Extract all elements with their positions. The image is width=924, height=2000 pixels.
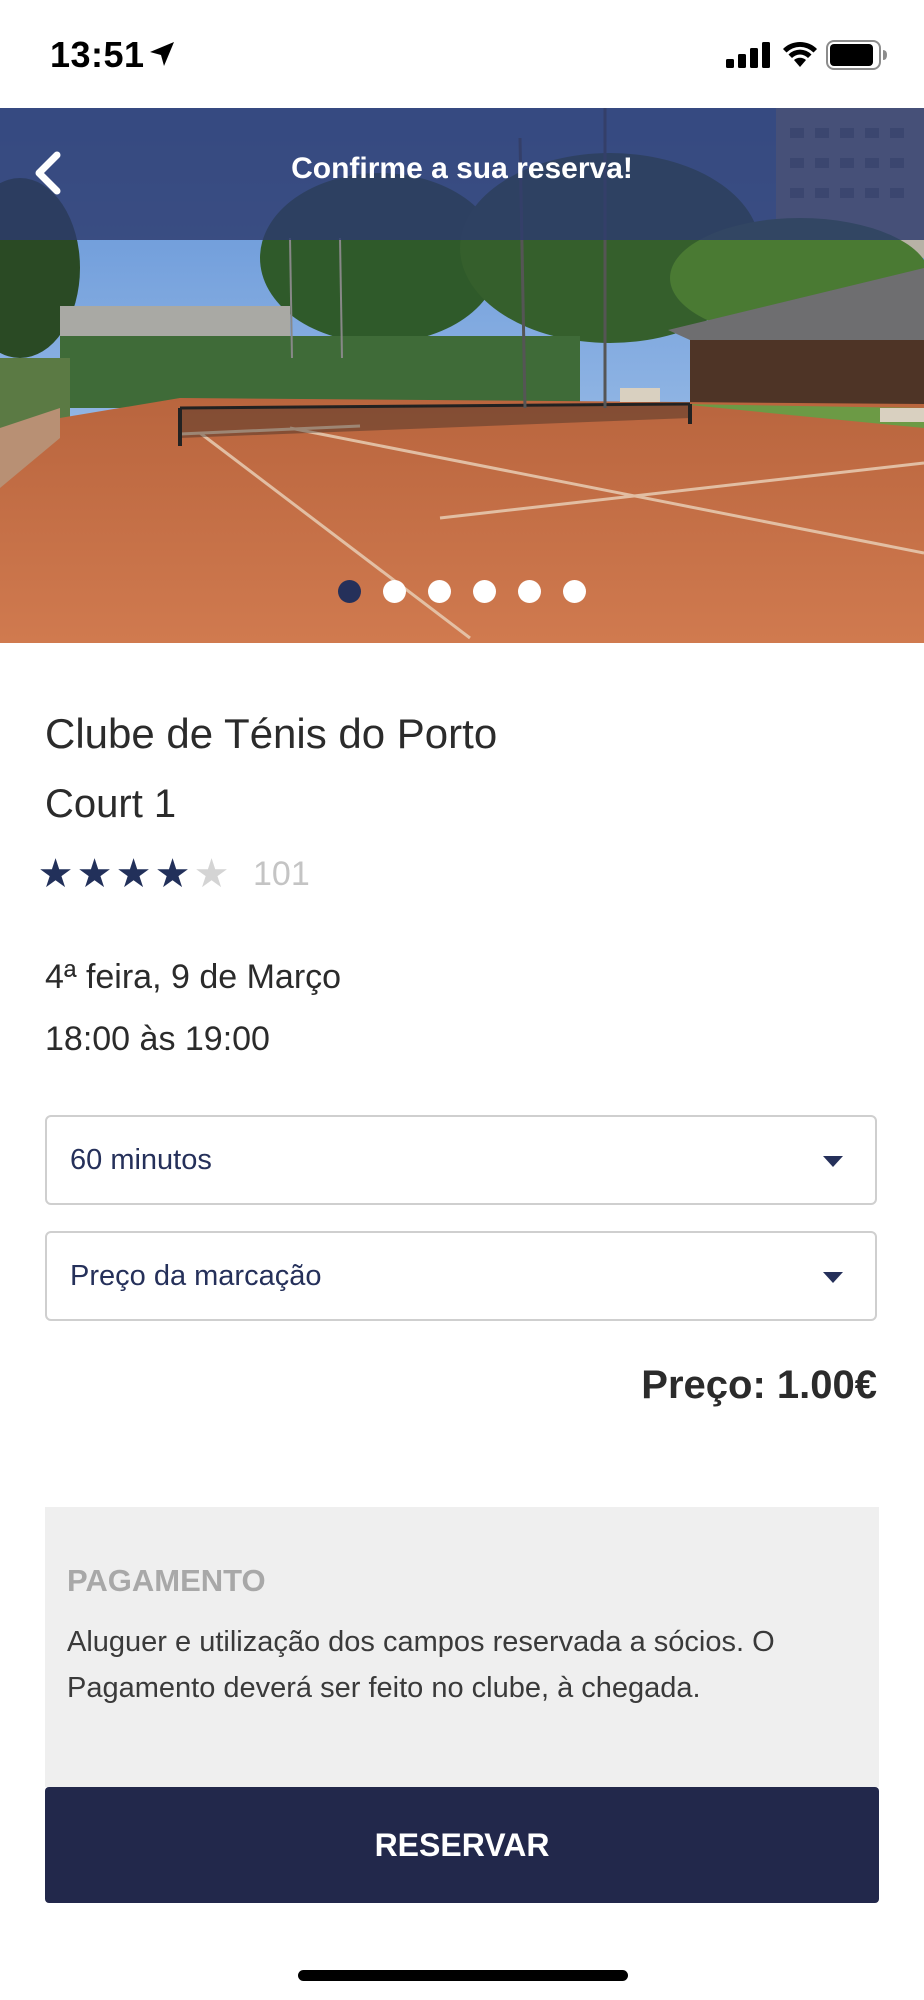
duration-select-value: 60 minutos [70, 1144, 212, 1176]
payment-text: Aluguer e utilização dos campos reservad… [67, 1626, 775, 1704]
club-name: Clube de Ténis do Porto [45, 710, 498, 757]
reserve-button[interactable]: RESERVAR [45, 1787, 879, 1903]
payment-title: PAGAMENTO [67, 1563, 266, 1598]
payment-info-box: PAGAMENTO Aluguer e utilização dos campo… [45, 1507, 879, 1787]
price-type-select-value: Preço da marcação [70, 1260, 322, 1292]
carousel-dot[interactable] [518, 580, 541, 603]
star-filled-icon: ★ [154, 852, 191, 896]
carousel-dot[interactable] [473, 580, 496, 603]
cellular-signal-icon [726, 42, 770, 68]
rating-count: 101 [253, 854, 310, 893]
carousel-dot[interactable] [383, 580, 406, 603]
rating: ★ ★ ★ ★ ★ 101 [36, 852, 310, 896]
court-photo-carousel[interactable]: Confirme a sua reserva! [0, 108, 924, 643]
star-filled-icon: ★ [76, 852, 113, 896]
carousel-pagination [0, 580, 924, 603]
wifi-icon [783, 41, 817, 67]
star-empty-icon: ★ [193, 852, 230, 896]
home-indicator[interactable] [298, 1970, 628, 1981]
court-name: Court 1 [45, 782, 177, 826]
page-title: Confirme a sua reserva! [291, 152, 633, 185]
carousel-dot[interactable] [338, 580, 361, 603]
battery-icon [826, 40, 887, 70]
booking-date: 4ª feira, 9 de Março [45, 958, 342, 996]
star-filled-icon: ★ [115, 852, 152, 896]
caret-down-icon [823, 1272, 843, 1283]
price-type-select[interactable]: Preço da marcação [45, 1231, 877, 1321]
status-bar: 13:51 [0, 0, 924, 108]
status-time: 13:51 [50, 34, 145, 75]
duration-select[interactable]: 60 minutos [45, 1115, 877, 1205]
location-arrow-icon [150, 42, 174, 66]
carousel-dot[interactable] [428, 580, 451, 603]
total-price: Preço: 1.00€ [641, 1363, 877, 1407]
carousel-dot[interactable] [563, 580, 586, 603]
star-filled-icon: ★ [37, 852, 74, 896]
caret-down-icon [823, 1156, 843, 1167]
booking-time: 18:00 às 19:00 [45, 1020, 270, 1058]
